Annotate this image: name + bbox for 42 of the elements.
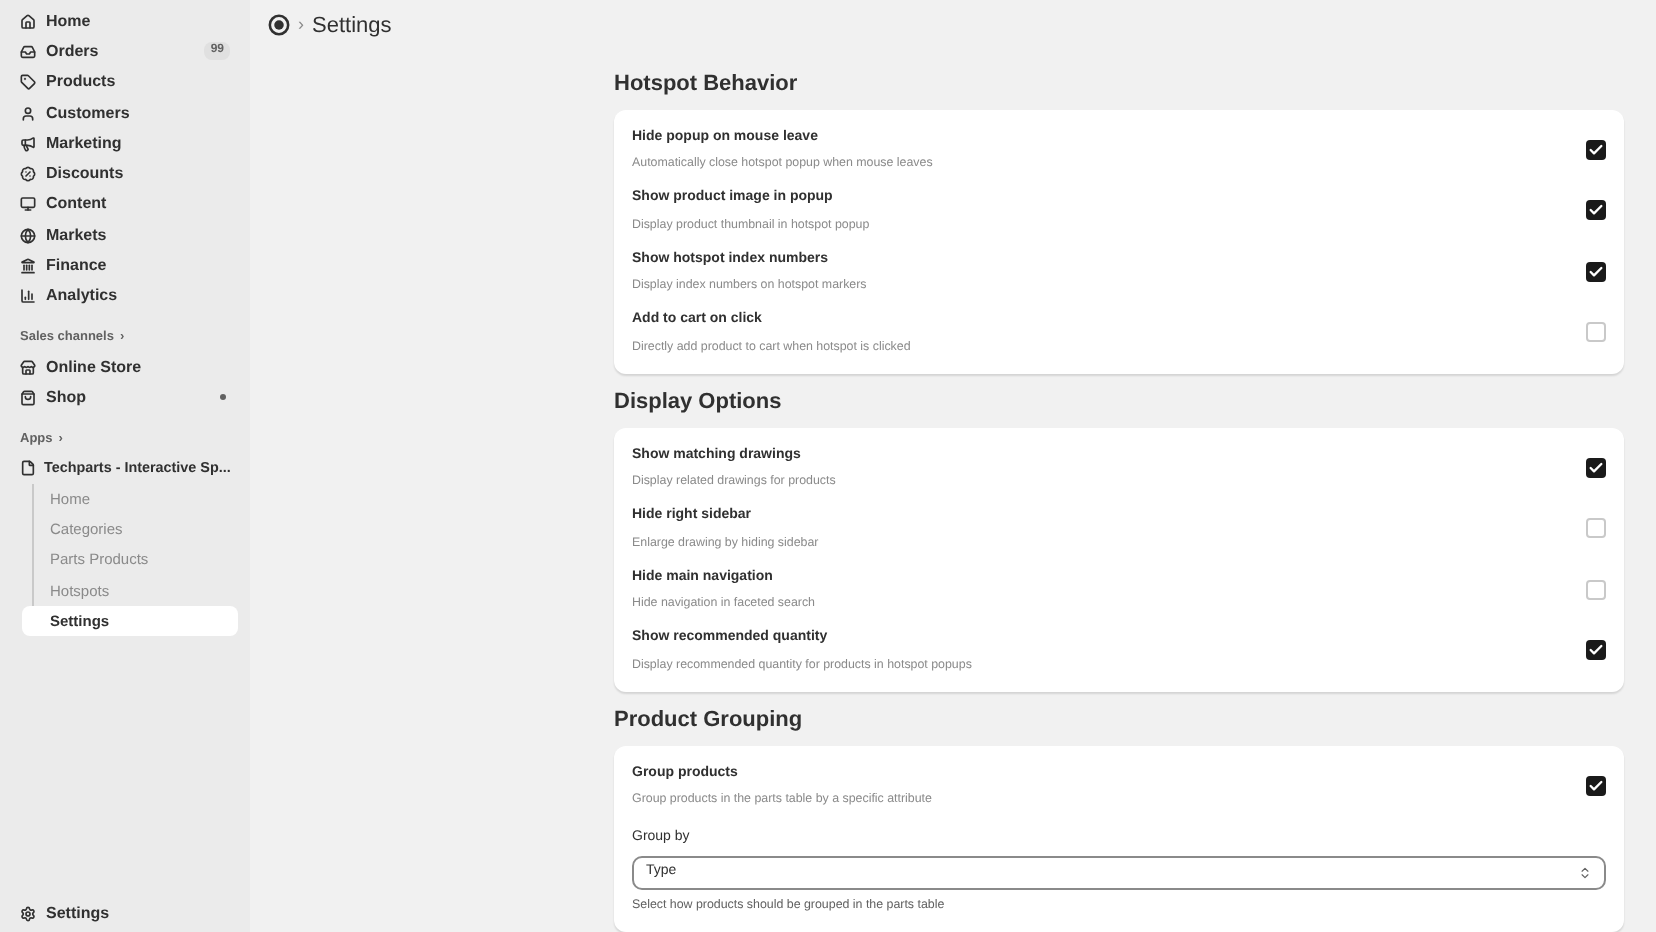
breadcrumb-separator: ›	[298, 12, 304, 39]
channel-icon	[20, 359, 36, 376]
nav-item[interactable]: Settings	[12, 898, 238, 928]
section-title: Hotspot Behavior	[614, 70, 800, 101]
section-title: Product Grouping	[614, 706, 805, 737]
nav-icon	[20, 135, 36, 152]
nav-item[interactable]: Markets	[12, 220, 238, 251]
nav-icon	[20, 258, 36, 275]
nav-item[interactable]: Products	[12, 67, 238, 98]
settings-icon	[20, 905, 36, 921]
nav-icon	[20, 196, 36, 213]
checkbox[interactable]	[1586, 457, 1606, 478]
nav-icon	[20, 13, 36, 30]
select-arrows-icon	[1578, 865, 1592, 880]
checkbox[interactable]	[1586, 261, 1606, 282]
nav-item[interactable]: Discounts	[12, 158, 238, 190]
nav-icon	[20, 105, 36, 122]
nav-item[interactable]: Analytics	[12, 281, 238, 312]
nav-icon	[20, 74, 36, 91]
nav-item[interactable]: Shop	[12, 382, 238, 414]
nav-item[interactable]: Online Store	[12, 351, 238, 383]
section-title: Display Options	[614, 388, 784, 419]
app-icon	[20, 460, 36, 477]
page-title: Settings	[312, 11, 392, 42]
nav-icon	[20, 227, 36, 244]
nav-item[interactable]: Content	[12, 189, 238, 221]
checkbox[interactable]	[1586, 640, 1606, 661]
nav-item[interactable]: Marketing	[12, 128, 238, 159]
nav-item[interactable]: Finance	[12, 250, 238, 282]
checkbox[interactable]	[1586, 775, 1606, 796]
checkbox[interactable]	[1586, 579, 1606, 600]
checkbox[interactable]	[1586, 139, 1606, 160]
app-logo-icon	[268, 14, 290, 37]
checkbox[interactable]	[1586, 322, 1606, 343]
nav-icon	[20, 288, 36, 305]
channel-icon	[20, 389, 36, 406]
checkbox[interactable]	[1586, 200, 1606, 221]
nav-icon	[20, 43, 36, 60]
nav-item[interactable]: Home	[12, 6, 238, 37]
nav-icon	[20, 166, 36, 183]
checkbox[interactable]	[1586, 518, 1606, 539]
nav-item[interactable]: Customers	[12, 97, 238, 129]
